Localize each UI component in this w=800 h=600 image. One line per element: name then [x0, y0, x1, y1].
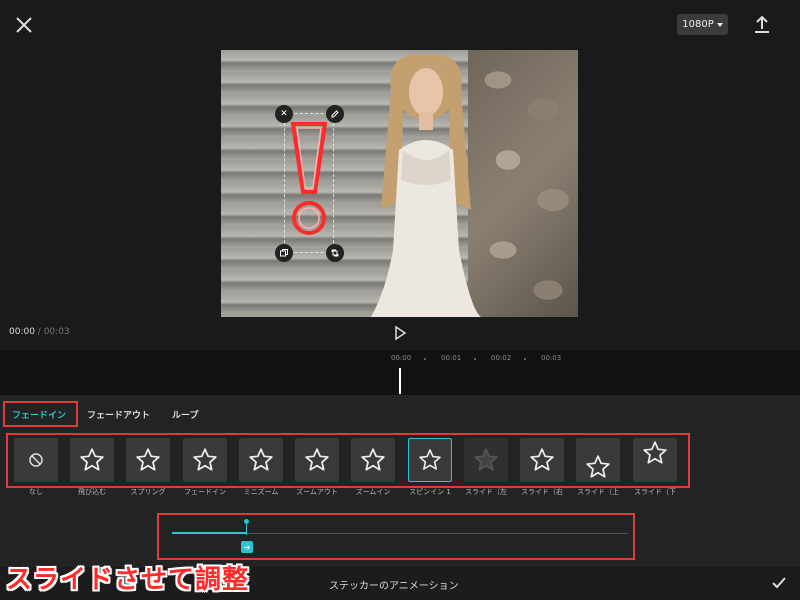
timeline-tick: 00:03 — [541, 354, 562, 362]
playback-bar: 00:00 / 00:03 — [0, 322, 800, 346]
copy-icon — [280, 249, 288, 257]
timeline-tick: 00:01 — [441, 354, 462, 362]
animation-item-zoom-out[interactable] — [295, 438, 339, 482]
timeline-tick: 00:02 — [491, 354, 512, 362]
sticker-edit-button[interactable] — [326, 105, 344, 123]
animation-item-zoom-in[interactable] — [351, 438, 395, 482]
star-icon — [80, 448, 104, 471]
timeline[interactable]: 00:00 00:01 00:02 00:03 — [0, 350, 800, 395]
animation-item-mini-zoom[interactable] — [239, 438, 283, 482]
timeline-dot — [524, 358, 526, 360]
animation-label: ズームアウト — [296, 488, 338, 496]
sticker-rotate-button[interactable] — [326, 244, 344, 262]
animation-label: スライド（下 — [634, 488, 676, 496]
animation-label: 飛び込む — [78, 488, 106, 496]
animation-item-spin-in-1[interactable] — [408, 438, 452, 482]
close-icon: ✕ — [280, 109, 288, 119]
animation-item-fade-in[interactable] — [183, 438, 227, 482]
resolution-select[interactable]: 1080P — [677, 14, 728, 35]
tab-fade-in[interactable]: フェードイン — [12, 408, 66, 421]
exclamation-sticker — [290, 122, 328, 235]
timeline-dot — [424, 358, 426, 360]
animation-label: ズームイン — [355, 488, 391, 496]
upload-icon — [755, 15, 769, 33]
playhead[interactable] — [399, 368, 401, 394]
time-separator: / — [34, 327, 44, 337]
total-time: 00:03 — [43, 327, 70, 337]
animation-label: フェードイン — [184, 488, 226, 496]
animation-item-slide-left[interactable] — [464, 438, 508, 482]
annotation-caption: スライドさせて調整 — [6, 565, 250, 595]
none-icon — [29, 453, 43, 467]
panel-title: ステッカーのアニメーション — [329, 581, 459, 592]
timeline-dot — [474, 358, 476, 360]
check-icon — [772, 577, 786, 589]
animation-label: スピンイン 1 — [409, 488, 451, 496]
play-icon — [395, 325, 407, 341]
arrow-right-icon: ➜ — [243, 542, 251, 552]
confirm-button[interactable] — [771, 575, 787, 591]
star-icon — [305, 448, 329, 471]
time-display: 00:00 / 00:03 — [9, 327, 70, 337]
video-editor-top: 1080P ✕ 00:00 / 00:03 — [0, 0, 800, 350]
star-icon — [643, 441, 667, 464]
timeline-tick: 00:00 — [391, 354, 412, 362]
rotate-scale-icon — [331, 249, 339, 257]
duration-slider-handle[interactable]: ➜ — [241, 541, 253, 553]
star-icon — [530, 448, 554, 471]
duration-slider-marker-dot — [244, 519, 249, 524]
close-button[interactable] — [13, 14, 35, 36]
current-time: 00:00 — [9, 327, 35, 337]
star-icon — [586, 455, 610, 478]
animation-item-slide-right[interactable] — [520, 438, 564, 482]
star-icon — [249, 448, 273, 471]
animation-item-slide-down[interactable] — [633, 438, 677, 482]
tab-loop[interactable]: ループ — [172, 408, 198, 421]
sticker-bounding-box[interactable] — [284, 113, 334, 253]
person-photo — [371, 54, 481, 317]
animation-label: スプリング — [130, 488, 166, 496]
star-icon — [361, 448, 385, 471]
resolution-value: 1080P — [682, 19, 714, 30]
star-icon — [193, 448, 217, 471]
animation-label: なし — [29, 488, 43, 496]
video-preview[interactable]: ✕ — [221, 50, 578, 317]
star-icon — [419, 449, 441, 470]
close-icon — [16, 17, 32, 33]
animation-label: スライド（上 — [577, 488, 619, 496]
duration-slider-fill — [172, 532, 247, 534]
animation-item-none[interactable] — [14, 438, 58, 482]
chevron-down-icon — [716, 22, 723, 27]
star-icon — [474, 448, 498, 471]
animation-item-slide-up[interactable] — [576, 438, 620, 482]
play-button[interactable] — [392, 325, 408, 341]
animation-label: スライド（左 — [465, 488, 507, 496]
animation-label: スライド（右 — [521, 488, 563, 496]
export-button[interactable] — [752, 14, 772, 36]
star-icon — [136, 448, 160, 471]
animation-item-fly-in[interactable] — [70, 438, 114, 482]
tab-fade-out[interactable]: フェードアウト — [87, 408, 150, 421]
sticker-duplicate-button[interactable] — [275, 244, 293, 262]
pencil-icon — [331, 110, 339, 118]
animation-label: ミニズーム — [243, 488, 279, 496]
slider-highlight-box — [157, 513, 635, 560]
sticker-delete-button[interactable]: ✕ — [275, 105, 293, 123]
animation-item-spring[interactable] — [126, 438, 170, 482]
